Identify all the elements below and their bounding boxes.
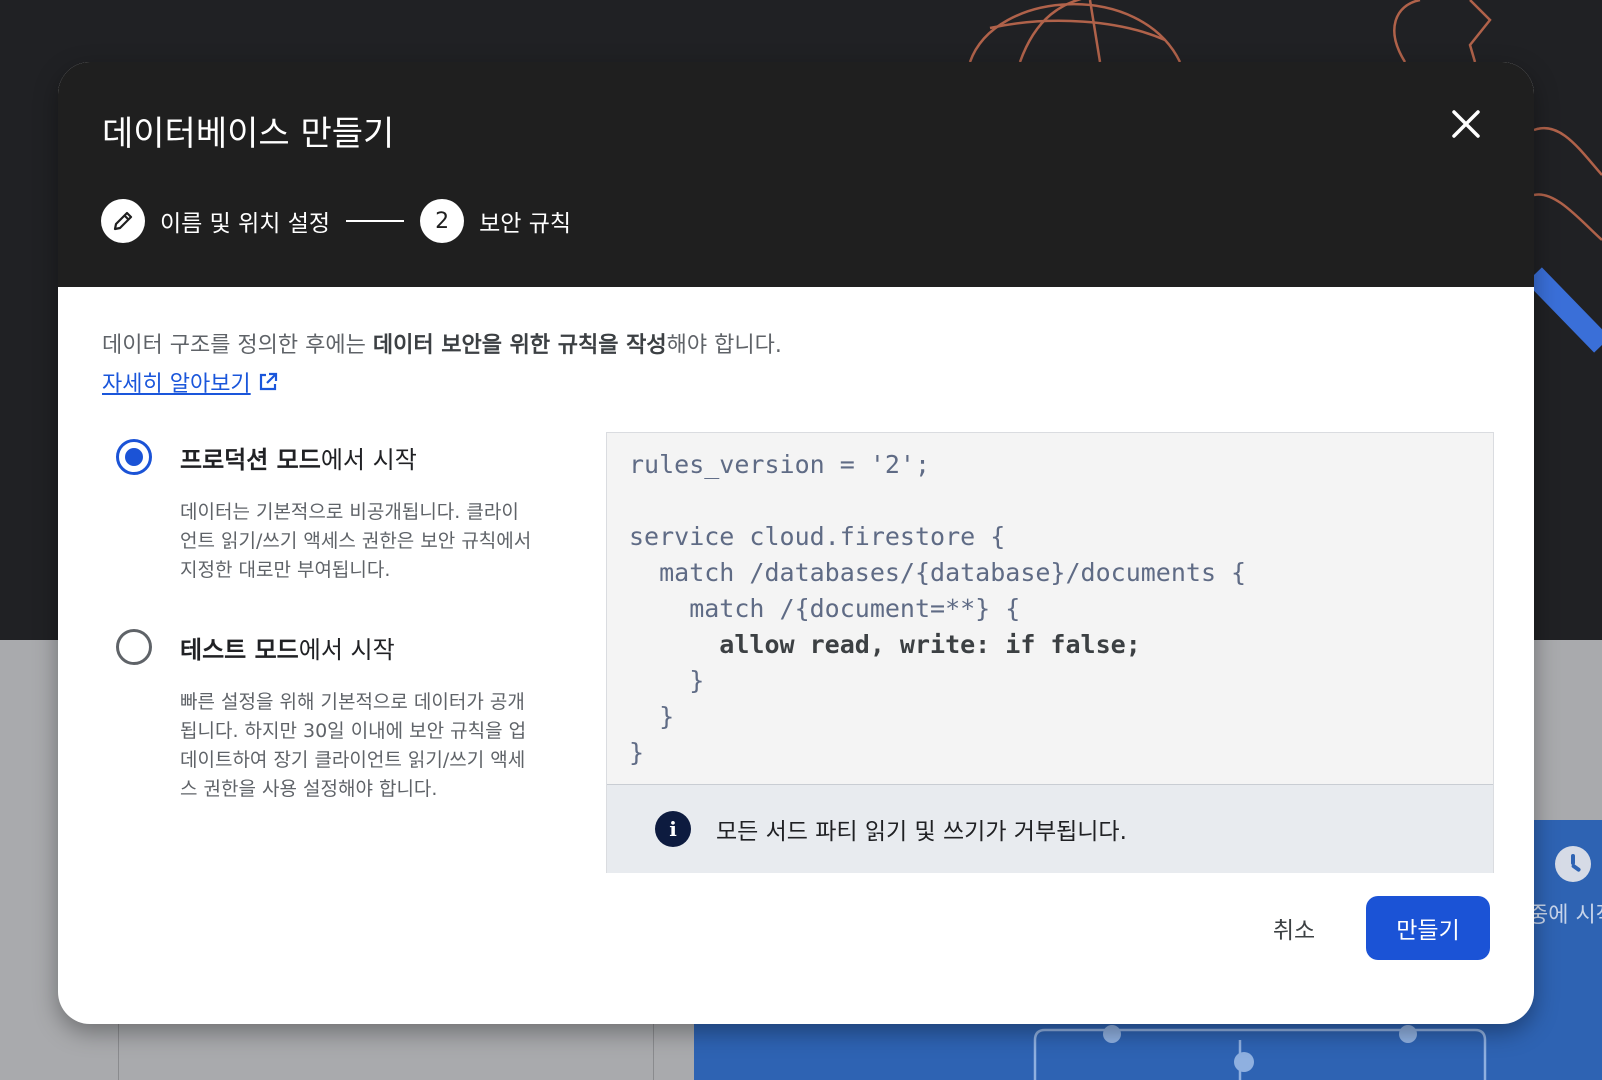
- description-text-end: 해야 합니다.: [666, 333, 782, 358]
- production-mode-description: 데이터는 기본적으로 비공개됩니다. 클라이언트 읽기/쓰기 액세스 권한은 보…: [180, 501, 532, 581]
- close-button[interactable]: [1444, 102, 1488, 146]
- dialog-title: 데이터베이스 만들기: [102, 114, 395, 154]
- test-mode-description: 빠른 설정을 위해 기본적으로 데이터가 공개됩니다. 하지만 30일 이내에 …: [180, 691, 527, 800]
- code-line: match /databases/{database}/documents {: [629, 558, 1247, 587]
- step-2-indicator: 2: [420, 199, 465, 243]
- learn-more-label: 자세히 알아보기: [102, 372, 251, 397]
- step-connector: [346, 220, 405, 222]
- code-line: }: [629, 738, 645, 767]
- step-2-label: 보안 규칙: [479, 211, 572, 237]
- production-mode-title[interactable]: 프로덕션 모드에서 시작: [180, 440, 417, 475]
- rules-code: rules_version = '2'; service cloud.fires…: [629, 447, 1246, 771]
- info-text: 모든 서드 파티 읽기 및 쓰기가 거부됩니다.: [716, 819, 1127, 845]
- code-line: match /{document=**} {: [629, 594, 1021, 623]
- background-side-text: 중에 시작: [1528, 903, 1602, 928]
- info-icon: i: [655, 811, 691, 847]
- code-line: service cloud.firestore {: [629, 522, 1006, 551]
- production-mode-title-rest: 에서 시작: [320, 446, 417, 474]
- clock-icon: [1555, 846, 1591, 882]
- code-line: }: [629, 666, 705, 695]
- external-link-icon: [259, 372, 277, 391]
- description-text: 데이터 구조를 정의한 후에는: [102, 333, 373, 358]
- step-1-label: 이름 및 위치 설정: [160, 211, 331, 237]
- pencil-icon: [113, 211, 133, 231]
- test-mode-title-rest: 에서 시작: [298, 636, 395, 664]
- create-button[interactable]: 만들기: [1366, 896, 1490, 960]
- rules-code-preview: rules_version = '2'; service cloud.fires…: [606, 432, 1494, 873]
- stepper: 이름 및 위치 설정 2 보안 규칙: [101, 199, 571, 243]
- production-mode-radio[interactable]: [116, 439, 152, 475]
- test-mode-title[interactable]: 테스트 모드에서 시작: [180, 630, 395, 665]
- create-database-dialog: 데이터베이스 만들기 이름 및 위치 설정 2 보안 규칙 데이터 구조를 정의…: [58, 62, 1534, 1024]
- cancel-button[interactable]: 취소: [1239, 896, 1349, 960]
- code-line: rules_version = '2';: [629, 450, 931, 479]
- dialog-header: 데이터베이스 만들기 이름 및 위치 설정 2 보안 규칙: [58, 62, 1534, 287]
- code-line: }: [629, 702, 675, 731]
- info-banner: i 모든 서드 파티 읽기 및 쓰기가 거부됩니다.: [607, 784, 1493, 873]
- learn-more-link[interactable]: 자세히 알아보기: [102, 366, 279, 398]
- test-mode-title-bold: 테스트 모드: [180, 636, 299, 664]
- description-bold: 데이터 보안을 위한 규칙을 작성: [372, 333, 667, 358]
- code-line: allow read, write: if false;: [629, 630, 1141, 659]
- step-1-indicator: [101, 199, 145, 243]
- dialog-description: 데이터 구조를 정의한 후에는 데이터 보안을 위한 규칙을 작성해야 합니다.: [102, 327, 782, 359]
- test-mode-radio[interactable]: [116, 629, 152, 665]
- close-icon: [1452, 110, 1480, 138]
- production-mode-title-bold: 프로덕션 모드: [180, 446, 321, 474]
